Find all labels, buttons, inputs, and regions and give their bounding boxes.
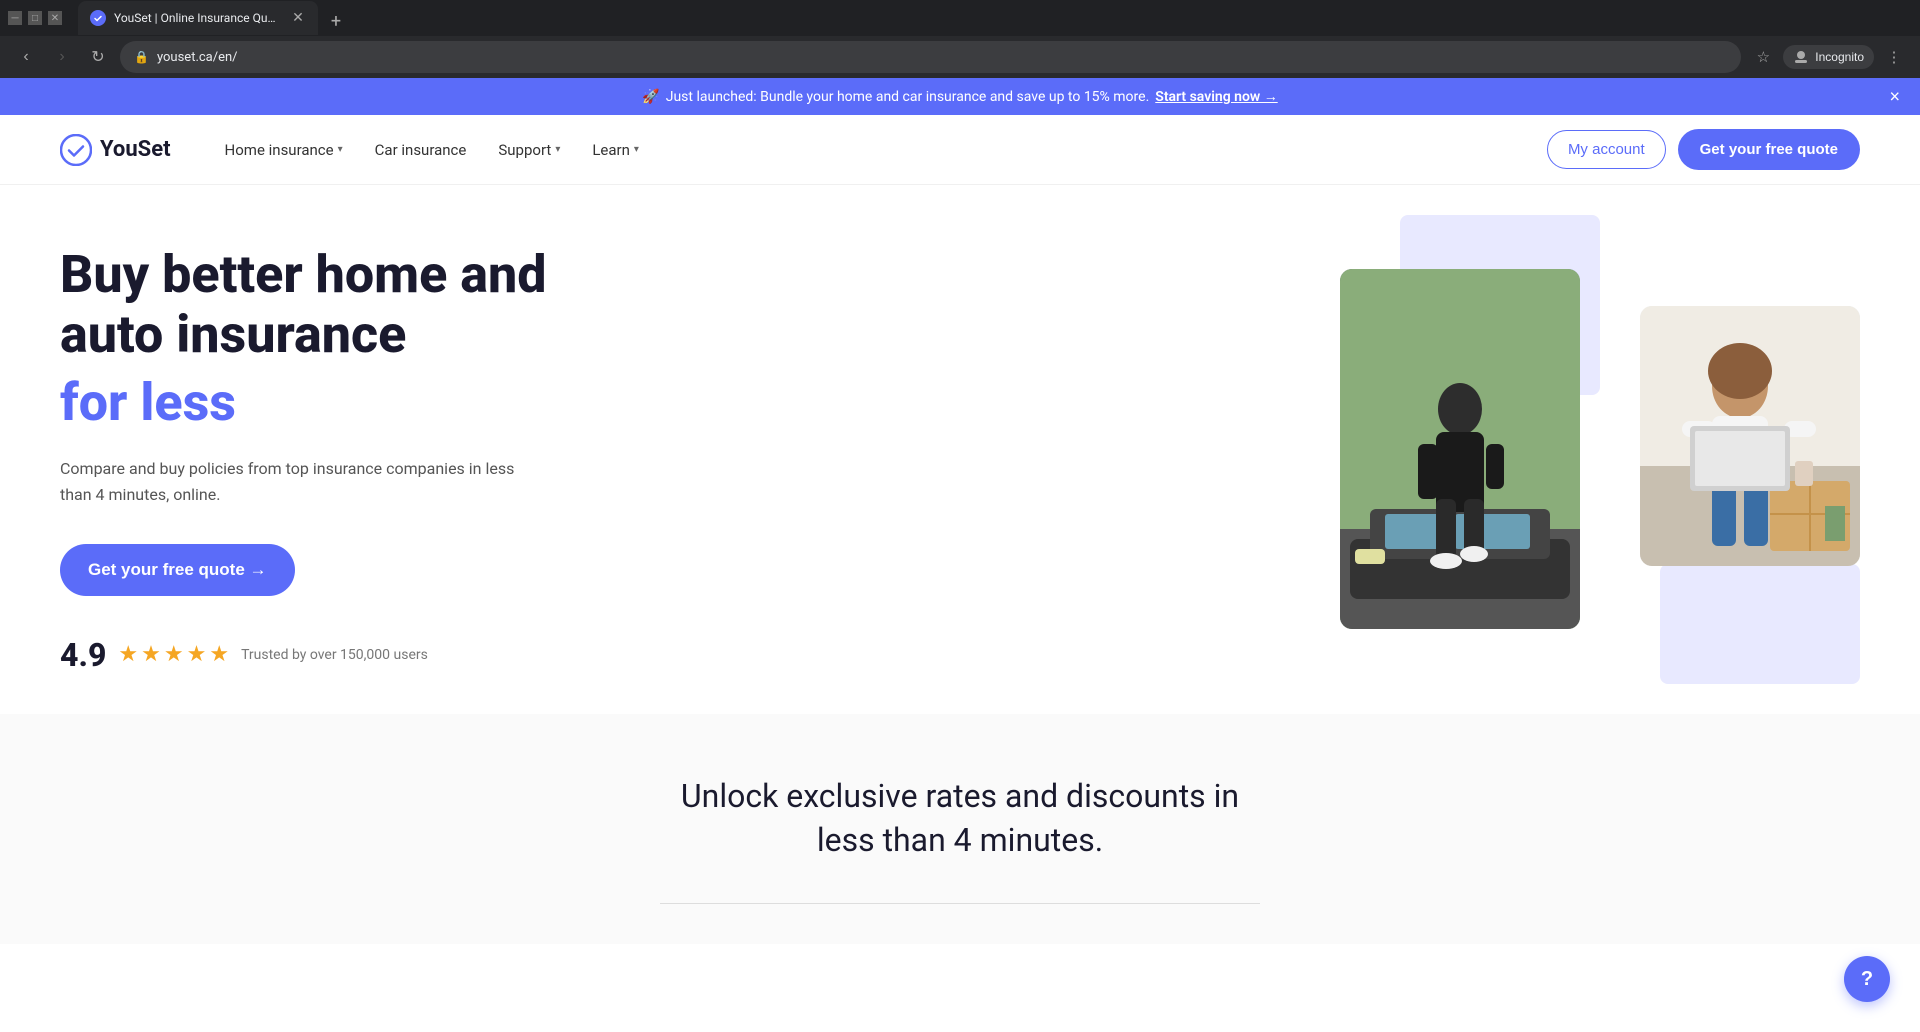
navbar: YouSet Home insurance ▾ Car insurance Su…	[0, 115, 1920, 185]
divider	[660, 903, 1260, 904]
page-content: 🚀 Just launched: Bundle your home and ca…	[0, 78, 1920, 944]
bookmark-icon[interactable]: ☆	[1749, 43, 1777, 71]
address-bar[interactable]: 🔒 youset.ca/en/	[120, 41, 1741, 73]
menu-icon[interactable]: ⋮	[1880, 43, 1908, 71]
star-3: ★	[164, 642, 184, 667]
browser-chrome: ─ □ ✕ YouSet | Online Insurance Quo... ✕…	[0, 0, 1920, 78]
toolbar-right: ☆ Incognito ⋮	[1749, 43, 1908, 71]
tab-favicon	[90, 10, 106, 26]
incognito-button[interactable]: Incognito	[1783, 45, 1874, 69]
nav-item-learn[interactable]: Learn ▾	[578, 133, 653, 167]
nav-label-support: Support	[498, 141, 551, 159]
banner-text: Just launched: Bundle your home and car …	[666, 89, 1150, 105]
hero-subtitle: Compare and buy policies from top insura…	[60, 456, 540, 507]
hero-images	[1320, 185, 1920, 714]
nav-links: Home insurance ▾ Car insurance Support ▾…	[211, 133, 1547, 167]
hero-image-car-man	[1340, 269, 1580, 629]
tab-bar: YouSet | Online Insurance Quo... ✕ +	[70, 1, 358, 35]
hero-title-line2: auto insurance	[60, 304, 406, 365]
announcement-banner: 🚀 Just launched: Bundle your home and ca…	[0, 78, 1920, 115]
banner-close-button[interactable]: ×	[1889, 86, 1900, 107]
hero-title-line1: Buy better home and	[60, 244, 546, 305]
star-2: ★	[141, 642, 161, 667]
star-4: ★	[187, 642, 207, 667]
forward-button[interactable]: ›	[48, 43, 76, 71]
window-controls: ─ □ ✕	[8, 11, 62, 25]
incognito-icon	[1793, 49, 1809, 65]
browser-toolbar: ‹ › ↻ 🔒 youset.ca/en/ ☆ Incognito ⋮	[0, 36, 1920, 78]
help-button[interactable]: ?	[1844, 956, 1890, 1002]
lock-icon: 🔒	[134, 50, 149, 64]
hero-content: Buy better home and auto insurance for l…	[60, 245, 660, 674]
chevron-down-icon-support: ▾	[555, 144, 560, 155]
url-text: youset.ca/en/	[157, 50, 238, 65]
star-5: ★	[209, 642, 229, 667]
hero-cta-button[interactable]: Get your free quote →	[60, 544, 295, 596]
back-button[interactable]: ‹	[12, 43, 40, 71]
nav-label-car-insurance: Car insurance	[375, 141, 467, 159]
tab-close-button[interactable]: ✕	[290, 10, 306, 26]
active-tab[interactable]: YouSet | Online Insurance Quo... ✕	[78, 1, 318, 35]
nav-item-car-insurance[interactable]: Car insurance	[361, 133, 481, 167]
window-restore-button[interactable]: □	[28, 11, 42, 25]
nav-item-support[interactable]: Support ▾	[484, 133, 574, 167]
bottom-section: Unlock exclusive rates and discounts in …	[0, 714, 1920, 945]
nav-item-home-insurance[interactable]: Home insurance ▾	[211, 133, 357, 167]
hero-rating: 4.9 ★ ★ ★ ★ ★ Trusted by over 150,000 us…	[60, 636, 660, 674]
logo-text: YouSet	[100, 137, 171, 162]
logo-icon	[60, 134, 92, 166]
browser-titlebar: ─ □ ✕ YouSet | Online Insurance Quo... ✕…	[0, 0, 1920, 36]
rating-number: 4.9	[60, 636, 106, 674]
get-quote-button[interactable]: Get your free quote	[1678, 129, 1860, 170]
banner-link[interactable]: Start saving now →	[1155, 88, 1277, 105]
chevron-down-icon-learn: ▾	[634, 144, 639, 155]
hero-title: Buy better home and auto insurance	[60, 245, 660, 365]
nav-actions: My account Get your free quote	[1547, 129, 1860, 170]
tab-title: YouSet | Online Insurance Quo...	[114, 11, 282, 25]
incognito-label: Incognito	[1815, 50, 1864, 64]
new-tab-button[interactable]: +	[322, 7, 350, 35]
nav-label-home-insurance: Home insurance	[225, 141, 334, 159]
hero-image-laptop-woman	[1640, 306, 1860, 566]
hero-section: Buy better home and auto insurance for l…	[0, 185, 1920, 714]
star-rating: ★ ★ ★ ★ ★	[118, 642, 229, 667]
window-close-button[interactable]: ✕	[48, 11, 62, 25]
bottom-title: Unlock exclusive rates and discounts in …	[660, 774, 1260, 864]
chevron-down-icon: ▾	[338, 144, 343, 155]
logo-link[interactable]: YouSet	[60, 134, 171, 166]
refresh-button[interactable]: ↻	[84, 43, 112, 71]
hero-title-accent: for less	[60, 373, 660, 433]
my-account-button[interactable]: My account	[1547, 130, 1666, 169]
star-1: ★	[118, 642, 138, 667]
rocket-emoji: 🚀	[642, 89, 659, 105]
nav-label-learn: Learn	[592, 141, 630, 159]
window-minimize-button[interactable]: ─	[8, 11, 22, 25]
rating-trust-text: Trusted by over 150,000 users	[241, 647, 428, 663]
hero-bg-decoration-bottom	[1660, 564, 1860, 684]
